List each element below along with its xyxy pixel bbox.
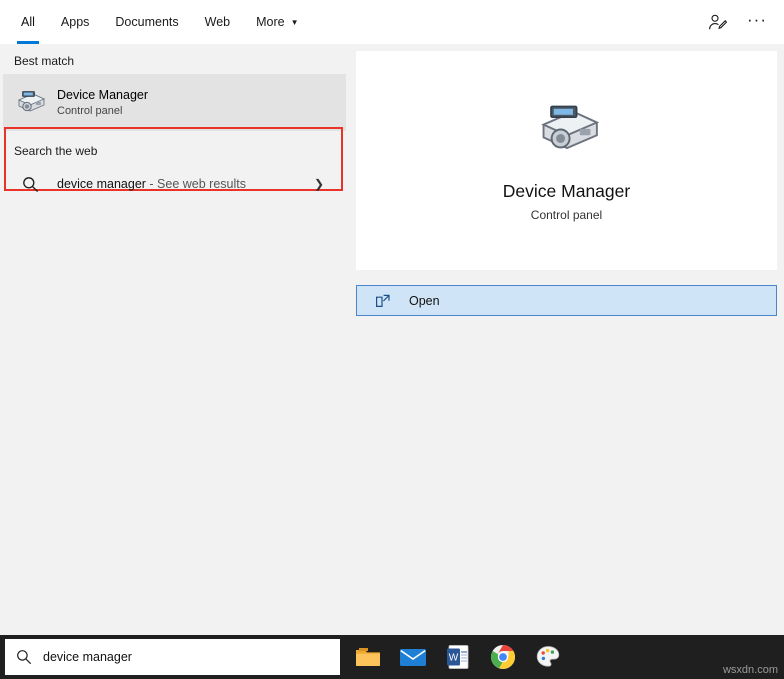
- tab-apps-label: Apps: [60, 15, 90, 29]
- search-input-value: device manager: [43, 650, 132, 664]
- result-title: Device Manager: [57, 87, 149, 102]
- feedback-person-icon[interactable]: [700, 5, 734, 39]
- device-manager-icon: [3, 88, 57, 118]
- result-text: Device Manager Control panel: [57, 87, 148, 119]
- ellipsis-label: ···: [747, 9, 767, 29]
- tab-all[interactable]: All: [8, 0, 48, 44]
- taskbar: device manager W: [0, 635, 784, 679]
- tab-documents-label: Documents: [115, 15, 179, 29]
- tab-documents[interactable]: Documents: [102, 0, 191, 44]
- app-preview-card: Device Manager Control panel: [356, 51, 777, 270]
- chevron-down-icon: ▼: [290, 18, 299, 27]
- preview-pane: Device Manager Control panel Open: [349, 44, 784, 635]
- result-item-device-manager[interactable]: Device Manager Control panel: [3, 74, 346, 131]
- search-input[interactable]: device manager: [5, 639, 340, 675]
- chevron-right-icon[interactable]: ❯: [314, 177, 324, 191]
- svg-text:W: W: [449, 653, 459, 664]
- device-manager-icon: [530, 99, 604, 166]
- open-button-label: Open: [409, 293, 440, 308]
- search-filter-tabbar: All Apps Documents Web More ▼ ···: [0, 0, 784, 44]
- tab-more-label: More: [256, 15, 285, 29]
- web-result-suffix: - See web results: [145, 177, 246, 191]
- tab-web-label: Web: [204, 15, 231, 29]
- search-icon: [3, 176, 57, 193]
- file-explorer-icon[interactable]: [352, 641, 384, 673]
- best-match-header: Best match: [14, 54, 75, 68]
- tab-web[interactable]: Web: [192, 0, 243, 44]
- topbar-actions: ···: [700, 5, 784, 39]
- open-button[interactable]: Open: [356, 285, 777, 316]
- web-result-text: device manager - See web results: [57, 177, 246, 191]
- preview-title: Device Manager: [502, 181, 631, 201]
- tab-all-label: All: [21, 15, 35, 29]
- taskbar-apps: W: [352, 641, 564, 673]
- search-web-header: Search the web: [14, 144, 98, 158]
- tab-apps[interactable]: Apps: [48, 0, 103, 44]
- results-pane: Best match Device Manager Control panel …: [0, 44, 349, 635]
- paint-icon[interactable]: [532, 641, 564, 673]
- word-icon[interactable]: W: [442, 641, 474, 673]
- web-result-query: device manager: [57, 177, 146, 191]
- web-result-row[interactable]: device manager - See web results ❯: [3, 164, 346, 204]
- chrome-icon[interactable]: [487, 641, 519, 673]
- mail-icon[interactable]: [397, 641, 429, 673]
- watermark: wsxdn.com: [722, 664, 778, 676]
- tab-more[interactable]: More ▼: [243, 0, 311, 44]
- ellipsis-icon[interactable]: ···: [740, 5, 774, 39]
- open-external-icon: [357, 294, 409, 308]
- preview-subtitle: Control panel: [530, 208, 603, 222]
- search-icon: [5, 649, 43, 665]
- result-subtitle: Control panel: [57, 104, 123, 117]
